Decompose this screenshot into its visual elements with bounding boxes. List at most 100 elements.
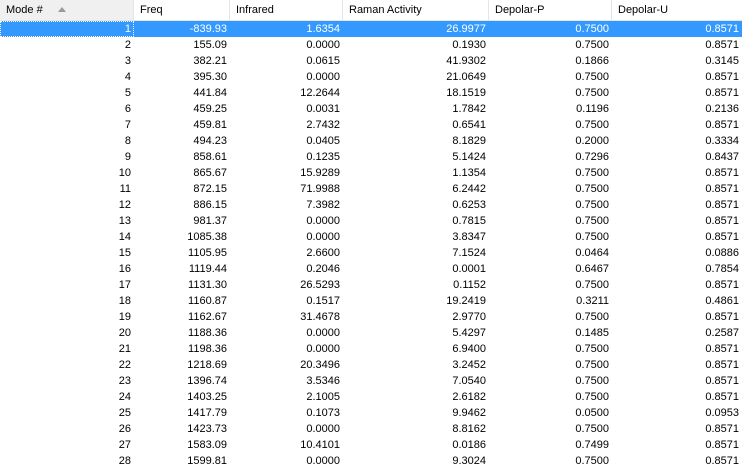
freq-cell: 382.21 [193, 55, 227, 67]
depolar-u-cell: 0.8437 [705, 151, 739, 163]
raman-activity-cell: 1.1354 [452, 167, 486, 179]
table-row[interactable]: 11 872.15 71.9988 6.2442 0.7500 0.8571 [0, 181, 742, 197]
depolar-p-cell: 0.0464 [575, 247, 609, 259]
depolar-u-cell: 0.8571 [705, 231, 739, 243]
infrared-cell: 12.2644 [300, 87, 340, 99]
table-row[interactable]: 8 494.23 0.0405 8.1829 0.2000 0.3334 [0, 133, 742, 149]
depolar-u-cell: 0.8571 [705, 87, 739, 99]
depolar-p-cell: 0.7500 [575, 183, 609, 195]
infrared-cell: 0.0000 [306, 327, 340, 339]
table-row[interactable]: 6 459.25 0.0031 1.7842 0.1196 0.2136 [0, 101, 742, 117]
mode-cell: 2 [124, 39, 131, 51]
column-header-depolar-u[interactable]: Depolar-U [612, 0, 742, 20]
depolar-u-cell: 0.3334 [705, 135, 739, 147]
depolar-p-cell: 0.1196 [576, 103, 609, 115]
raman-activity-cell: 5.4297 [452, 327, 486, 339]
infrared-cell: 3.5346 [306, 375, 340, 387]
raman-activity-cell: 7.1524 [452, 247, 486, 259]
raman-activity-cell: 0.6541 [452, 119, 486, 131]
raman-activity-cell: 0.0186 [452, 439, 486, 451]
table-row[interactable]: 7 459.81 2.7432 0.6541 0.7500 0.8571 [0, 117, 742, 133]
table-row[interactable]: 12 886.15 7.3982 0.6253 0.7500 0.8571 [0, 197, 742, 213]
infrared-cell: 0.2046 [306, 263, 340, 275]
mode-cell: 22 [118, 359, 131, 371]
freq-cell: 981.37 [193, 215, 227, 227]
table-row[interactable]: 18 1160.87 0.1517 19.2419 0.3211 0.4861 [0, 293, 742, 309]
depolar-u-cell: 0.8571 [705, 167, 739, 179]
column-header-depolar-p[interactable]: Depolar-P [489, 0, 612, 20]
mode-cell: 17 [118, 279, 131, 291]
infrared-cell: 20.3496 [300, 359, 340, 371]
raman-activity-cell: 3.2452 [452, 359, 486, 371]
table-row[interactable]: 15 1105.95 2.6600 7.1524 0.0464 0.0886 [0, 245, 742, 261]
raman-activity-cell: 3.8347 [452, 231, 486, 243]
infrared-cell: 0.0000 [306, 39, 340, 51]
table-row[interactable]: 9 858.61 0.1235 5.1424 0.7296 0.8437 [0, 149, 742, 165]
freq-cell: 1198.36 [188, 343, 227, 355]
table-row[interactable]: 1 -839.93 1.6354 26.9977 0.7500 0.8571 [0, 21, 742, 37]
mode-cell: 14 [118, 231, 131, 243]
table-row[interactable]: 19 1162.67 31.4678 2.9770 0.7500 0.8571 [0, 309, 742, 325]
depolar-u-cell: 0.3145 [705, 55, 739, 67]
raman-activity-cell: 7.0540 [452, 375, 486, 387]
table-row[interactable]: 10 865.67 15.9289 1.1354 0.7500 0.8571 [0, 165, 742, 181]
table-row[interactable]: 25 1417.79 0.1073 9.9462 0.0500 0.0953 [0, 405, 742, 421]
table-row[interactable]: 17 1131.30 26.5293 0.1152 0.7500 0.8571 [0, 277, 742, 293]
column-header-freq[interactable]: Freq [134, 0, 230, 20]
table-row[interactable]: 2 155.09 0.0000 0.1930 0.7500 0.8571 [0, 37, 742, 53]
infrared-cell: 0.0405 [306, 135, 340, 147]
table-row[interactable]: 5 441.84 12.2644 18.1519 0.7500 0.8571 [0, 85, 742, 101]
table-row[interactable]: 28 1599.81 0.0000 9.3024 0.7500 0.8571 [0, 453, 742, 469]
depolar-u-cell: 0.8571 [705, 183, 739, 195]
column-header-raman-activity[interactable]: Raman Activity [343, 0, 489, 20]
table-row[interactable]: 20 1188.36 0.0000 5.4297 0.1485 0.2587 [0, 325, 742, 341]
column-header-infrared[interactable]: Infrared [230, 0, 343, 20]
infrared-cell: 2.1005 [306, 391, 340, 403]
raman-activity-cell: 18.1519 [446, 87, 486, 99]
mode-cell: 1 [0, 21, 134, 37]
freq-cell: 1583.09 [187, 439, 227, 451]
depolar-p-cell: 0.7500 [575, 455, 609, 467]
table-row[interactable]: 4 395.30 0.0000 21.0649 0.7500 0.8571 [0, 69, 742, 85]
freq-cell: -839.93 [189, 23, 227, 35]
freq-cell: 865.67 [193, 167, 227, 179]
mode-cell: 16 [118, 263, 131, 275]
infrared-cell: 0.0000 [306, 343, 340, 355]
mode-cell: 9 [124, 151, 131, 163]
table-row[interactable]: 27 1583.09 10.4101 0.0186 0.7499 0.8571 [0, 437, 742, 453]
raman-activity-cell: 9.3024 [452, 455, 486, 467]
table-row[interactable]: 14 1085.38 0.0000 3.8347 0.7500 0.8571 [0, 229, 742, 245]
column-header-label: Infrared [236, 4, 274, 16]
depolar-u-cell: 0.8571 [705, 391, 739, 403]
table-row[interactable]: 24 1403.25 2.1005 2.6182 0.7500 0.8571 [0, 389, 742, 405]
column-header-mode[interactable]: Mode # [0, 0, 134, 20]
depolar-p-cell: 0.7500 [575, 423, 609, 435]
raman-activity-cell: 0.6253 [452, 199, 486, 211]
depolar-p-cell: 0.7500 [575, 199, 609, 211]
table-row[interactable]: 26 1423.73 0.0000 8.8162 0.7500 0.8571 [0, 421, 742, 437]
depolar-u-cell: 0.0953 [705, 407, 739, 419]
table-row[interactable]: 21 1198.36 0.0000 6.9400 0.7500 0.8571 [0, 341, 742, 357]
depolar-u-cell: 0.8571 [705, 423, 739, 435]
infrared-cell: 0.0000 [306, 71, 340, 83]
table-row[interactable]: 16 1119.44 0.2046 0.0001 0.6467 0.7854 [0, 261, 742, 277]
depolar-u-cell: 0.8571 [705, 71, 739, 83]
raman-activity-cell: 2.9770 [452, 311, 486, 323]
mode-cell: 28 [118, 455, 131, 467]
mode-cell: 12 [118, 199, 131, 211]
table-row[interactable]: 22 1218.69 20.3496 3.2452 0.7500 0.8571 [0, 357, 742, 373]
raman-activity-cell: 26.9977 [446, 23, 486, 35]
table-row[interactable]: 23 1396.74 3.5346 7.0540 0.7500 0.8571 [0, 373, 742, 389]
raman-activity-cell: 8.8162 [452, 423, 486, 435]
raman-activity-cell: 41.9302 [446, 55, 486, 67]
depolar-p-cell: 0.0500 [575, 407, 609, 419]
depolar-p-cell: 0.7500 [575, 39, 609, 51]
raman-activity-cell: 0.7815 [452, 215, 486, 227]
table-row[interactable]: 13 981.37 0.0000 0.7815 0.7500 0.8571 [0, 213, 742, 229]
freq-cell: 1162.67 [188, 311, 227, 323]
depolar-p-cell: 0.1485 [575, 327, 609, 339]
depolar-u-cell: 0.8571 [705, 23, 739, 35]
depolar-u-cell: 0.4861 [705, 295, 739, 307]
infrared-cell: 0.0000 [306, 231, 340, 243]
table-row[interactable]: 3 382.21 0.0615 41.9302 0.1866 0.3145 [0, 53, 742, 69]
